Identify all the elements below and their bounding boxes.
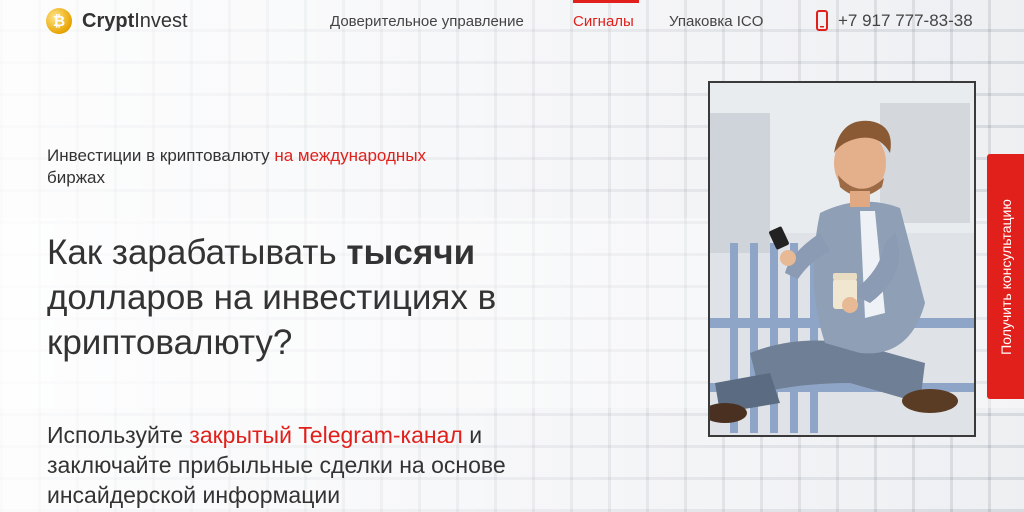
nav-item-ico-packaging[interactable]: Упаковка ICO	[669, 13, 763, 30]
brand-name-bold: Crypt	[82, 9, 135, 32]
hero-description: Используйте закрытый Telegram-канал и за…	[47, 420, 607, 510]
phone-number: +7 917 777-83-38	[838, 10, 973, 30]
headline-bold: тысячи	[346, 233, 476, 272]
get-consultation-button[interactable]: Получить консультацию	[987, 154, 1024, 399]
brand-logo[interactable]: ₿ CryptInvest	[46, 8, 188, 34]
hero-photo	[708, 81, 976, 437]
phone-contact[interactable]: +7 917 777-83-38	[816, 10, 973, 31]
subtitle-text: Инвестиции в криптовалюту	[47, 146, 275, 165]
active-nav-indicator	[573, 0, 639, 3]
bitcoin-coin-icon: ₿	[46, 8, 72, 34]
consultation-button-label: Получить консультацию	[997, 198, 1014, 355]
site-header: ₿ CryptInvest Доверительное управление С…	[0, 0, 1024, 46]
headline-start: Как зарабатывать	[47, 233, 347, 272]
description-start: Используйте	[47, 422, 190, 448]
brand-name-regular: Invest	[134, 9, 188, 32]
mobile-phone-icon	[816, 10, 828, 31]
nav-item-signals[interactable]: Сигналы	[573, 13, 634, 30]
description-highlight: закрытый Telegram-канал	[189, 422, 463, 448]
businessman-photo-illustration	[710, 83, 974, 435]
headline-end: долларов на инвестициях в криптовалюту?	[47, 278, 497, 362]
subtitle-highlight: на международных	[274, 146, 427, 165]
brand-name: CryptInvest	[82, 10, 188, 33]
nav-item-trust-management[interactable]: Доверительное управление	[330, 13, 524, 30]
subtitle-text-end: биржах	[47, 168, 106, 187]
hero-headline: Как зарабатывать тысячи долларов на инве…	[47, 230, 607, 365]
hero-subtitle: Инвестиции в криптовалюту на международн…	[47, 145, 567, 189]
